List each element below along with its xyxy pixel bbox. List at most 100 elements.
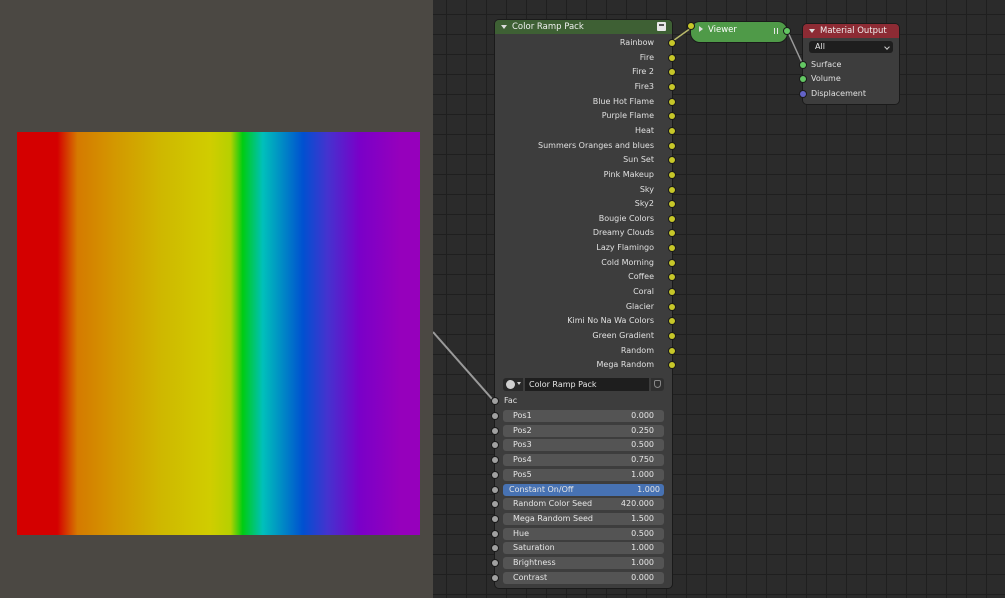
input-field[interactable]: Pos4 0.750 <box>503 454 664 467</box>
input-socket[interactable] <box>492 560 498 566</box>
input-field-value: 0.750 <box>631 455 654 465</box>
output-label: Purple Flame <box>601 111 654 121</box>
output-socket[interactable] <box>669 40 675 46</box>
output-socket[interactable] <box>669 333 675 339</box>
input-field[interactable]: Pos3 0.500 <box>503 439 664 452</box>
group-node-header[interactable]: Color Ramp Pack <box>495 20 672 34</box>
fac-label: Fac <box>504 396 518 405</box>
output-socket[interactable] <box>669 186 675 193</box>
input-field[interactable]: Mega Random Seed 1.500 <box>503 512 664 525</box>
displacement-label: Displacement <box>811 89 866 98</box>
target-dropdown[interactable]: All <box>809 41 893 53</box>
input-field-label: Mega Random Seed <box>513 513 594 523</box>
input-field[interactable]: Saturation 1.000 <box>503 542 664 555</box>
output-socket[interactable] <box>669 347 675 354</box>
input-field-value: 1.000 <box>631 469 654 479</box>
output-label: Blue Hot Flame <box>592 96 654 106</box>
input-socket[interactable] <box>492 471 498 478</box>
render-preview <box>0 0 433 598</box>
input-field[interactable]: Pos1 0.000 <box>503 410 664 422</box>
input-field-label: Random Color Seed <box>513 499 593 509</box>
output-socket[interactable] <box>669 171 675 178</box>
input-field-value: 1.000 <box>631 543 654 553</box>
input-field-label: Contrast <box>513 572 548 582</box>
viewer-input-socket[interactable] <box>688 23 694 29</box>
input-socket[interactable] <box>492 530 498 537</box>
group-datablock-name[interactable]: Color Ramp Pack <box>525 378 649 391</box>
input-field-label: Brightness <box>513 558 556 567</box>
input-field[interactable]: Pos5 1.000 <box>503 468 664 481</box>
input-field-label: Pos4 <box>513 455 532 465</box>
surface-socket[interactable] <box>800 62 806 68</box>
input-socket[interactable] <box>492 545 498 552</box>
output-label: Pink Makeup <box>603 169 654 179</box>
link-fac <box>433 331 494 401</box>
input-field-label: Saturation <box>513 543 555 553</box>
pack-icon[interactable] <box>657 22 666 31</box>
output-socket[interactable] <box>669 127 675 134</box>
output-label: Mega Random <box>596 360 654 370</box>
input-socket[interactable] <box>492 574 498 581</box>
input-field-value: 0.500 <box>631 440 654 450</box>
input-field[interactable]: Contrast 0.000 <box>503 571 664 584</box>
input-field[interactable]: Random Color Seed 420.000 <box>503 498 664 511</box>
output-label: Fire3 <box>634 81 654 91</box>
output-label: Heat <box>635 125 654 135</box>
output-label: Sun Set <box>623 155 654 165</box>
world-icon[interactable] <box>503 378 523 391</box>
viewer-node[interactable]: Viewer <box>688 22 790 42</box>
output-label: Summers Oranges and blues <box>538 140 654 150</box>
output-label: Sky <box>639 184 654 194</box>
output-socket[interactable] <box>669 289 675 296</box>
collapse-triangle-icon[interactable] <box>501 25 507 29</box>
group-datablock-selector[interactable]: Color Ramp Pack <box>503 378 664 391</box>
fac-socket[interactable] <box>492 398 498 404</box>
shield-icon[interactable] <box>651 378 664 391</box>
output-socket[interactable] <box>669 303 675 310</box>
node-editor[interactable]: Color Ramp Pack Rainbow Fire Fire 2 Fire3 Bl… <box>433 0 1005 598</box>
input-field-value: 0.000 <box>631 572 654 582</box>
collapse-triangle-icon[interactable] <box>809 29 815 33</box>
link-viewer-surface <box>786 29 804 66</box>
output-label: Fire 2 <box>632 67 654 77</box>
input-field[interactable]: Pos2 0.250 <box>503 424 664 437</box>
output-socket[interactable] <box>669 215 675 222</box>
input-field-value: 0.500 <box>631 528 654 538</box>
output-socket[interactable] <box>669 259 675 266</box>
input-field-value: 1.000 <box>631 558 654 567</box>
input-socket[interactable] <box>492 501 498 508</box>
input-socket[interactable] <box>492 413 498 419</box>
input-field[interactable]: Constant On/Off 1.000 <box>503 483 664 496</box>
input-field-value: 0.250 <box>631 425 654 435</box>
output-socket[interactable] <box>669 54 675 61</box>
input-field-value: 1.000 <box>637 484 660 494</box>
surface-label: Surface <box>811 60 842 69</box>
input-socket[interactable] <box>492 515 498 522</box>
input-field[interactable]: Hue 0.500 <box>503 527 664 540</box>
input-socket[interactable] <box>492 442 498 449</box>
output-socket[interactable] <box>669 142 675 149</box>
viewer-grip-icon <box>774 28 778 34</box>
output-label: Rainbow <box>619 38 654 47</box>
output-node-header[interactable]: Material Output <box>803 24 899 38</box>
output-socket[interactable] <box>669 98 675 105</box>
input-field-label: Constant On/Off <box>509 484 574 494</box>
output-label: Coral <box>633 287 654 297</box>
output-label: Glacier <box>625 301 654 311</box>
volume-socket[interactable] <box>800 76 806 82</box>
viewer-output-socket[interactable] <box>784 28 790 34</box>
displacement-socket[interactable] <box>800 91 806 97</box>
input-socket[interactable] <box>492 486 498 493</box>
output-socket[interactable] <box>669 83 675 90</box>
input-field-label: Pos2 <box>513 425 532 435</box>
input-socket[interactable] <box>492 457 498 464</box>
input-field[interactable]: Brightness 1.000 <box>503 557 664 569</box>
color-ramp-pack-node[interactable]: Color Ramp Pack Rainbow Fire Fire 2 Fire3 Bl… <box>492 20 675 588</box>
input-field-value: 1.500 <box>631 513 654 523</box>
input-socket[interactable] <box>492 427 498 434</box>
expand-triangle-icon[interactable] <box>699 26 703 32</box>
output-label: Coffee <box>628 272 654 282</box>
output-label: Lazy Flamingo <box>596 243 654 253</box>
material-output-node[interactable]: Material Output All Surface Volume Displ… <box>800 24 899 104</box>
input-field-label: Hue <box>513 528 530 538</box>
